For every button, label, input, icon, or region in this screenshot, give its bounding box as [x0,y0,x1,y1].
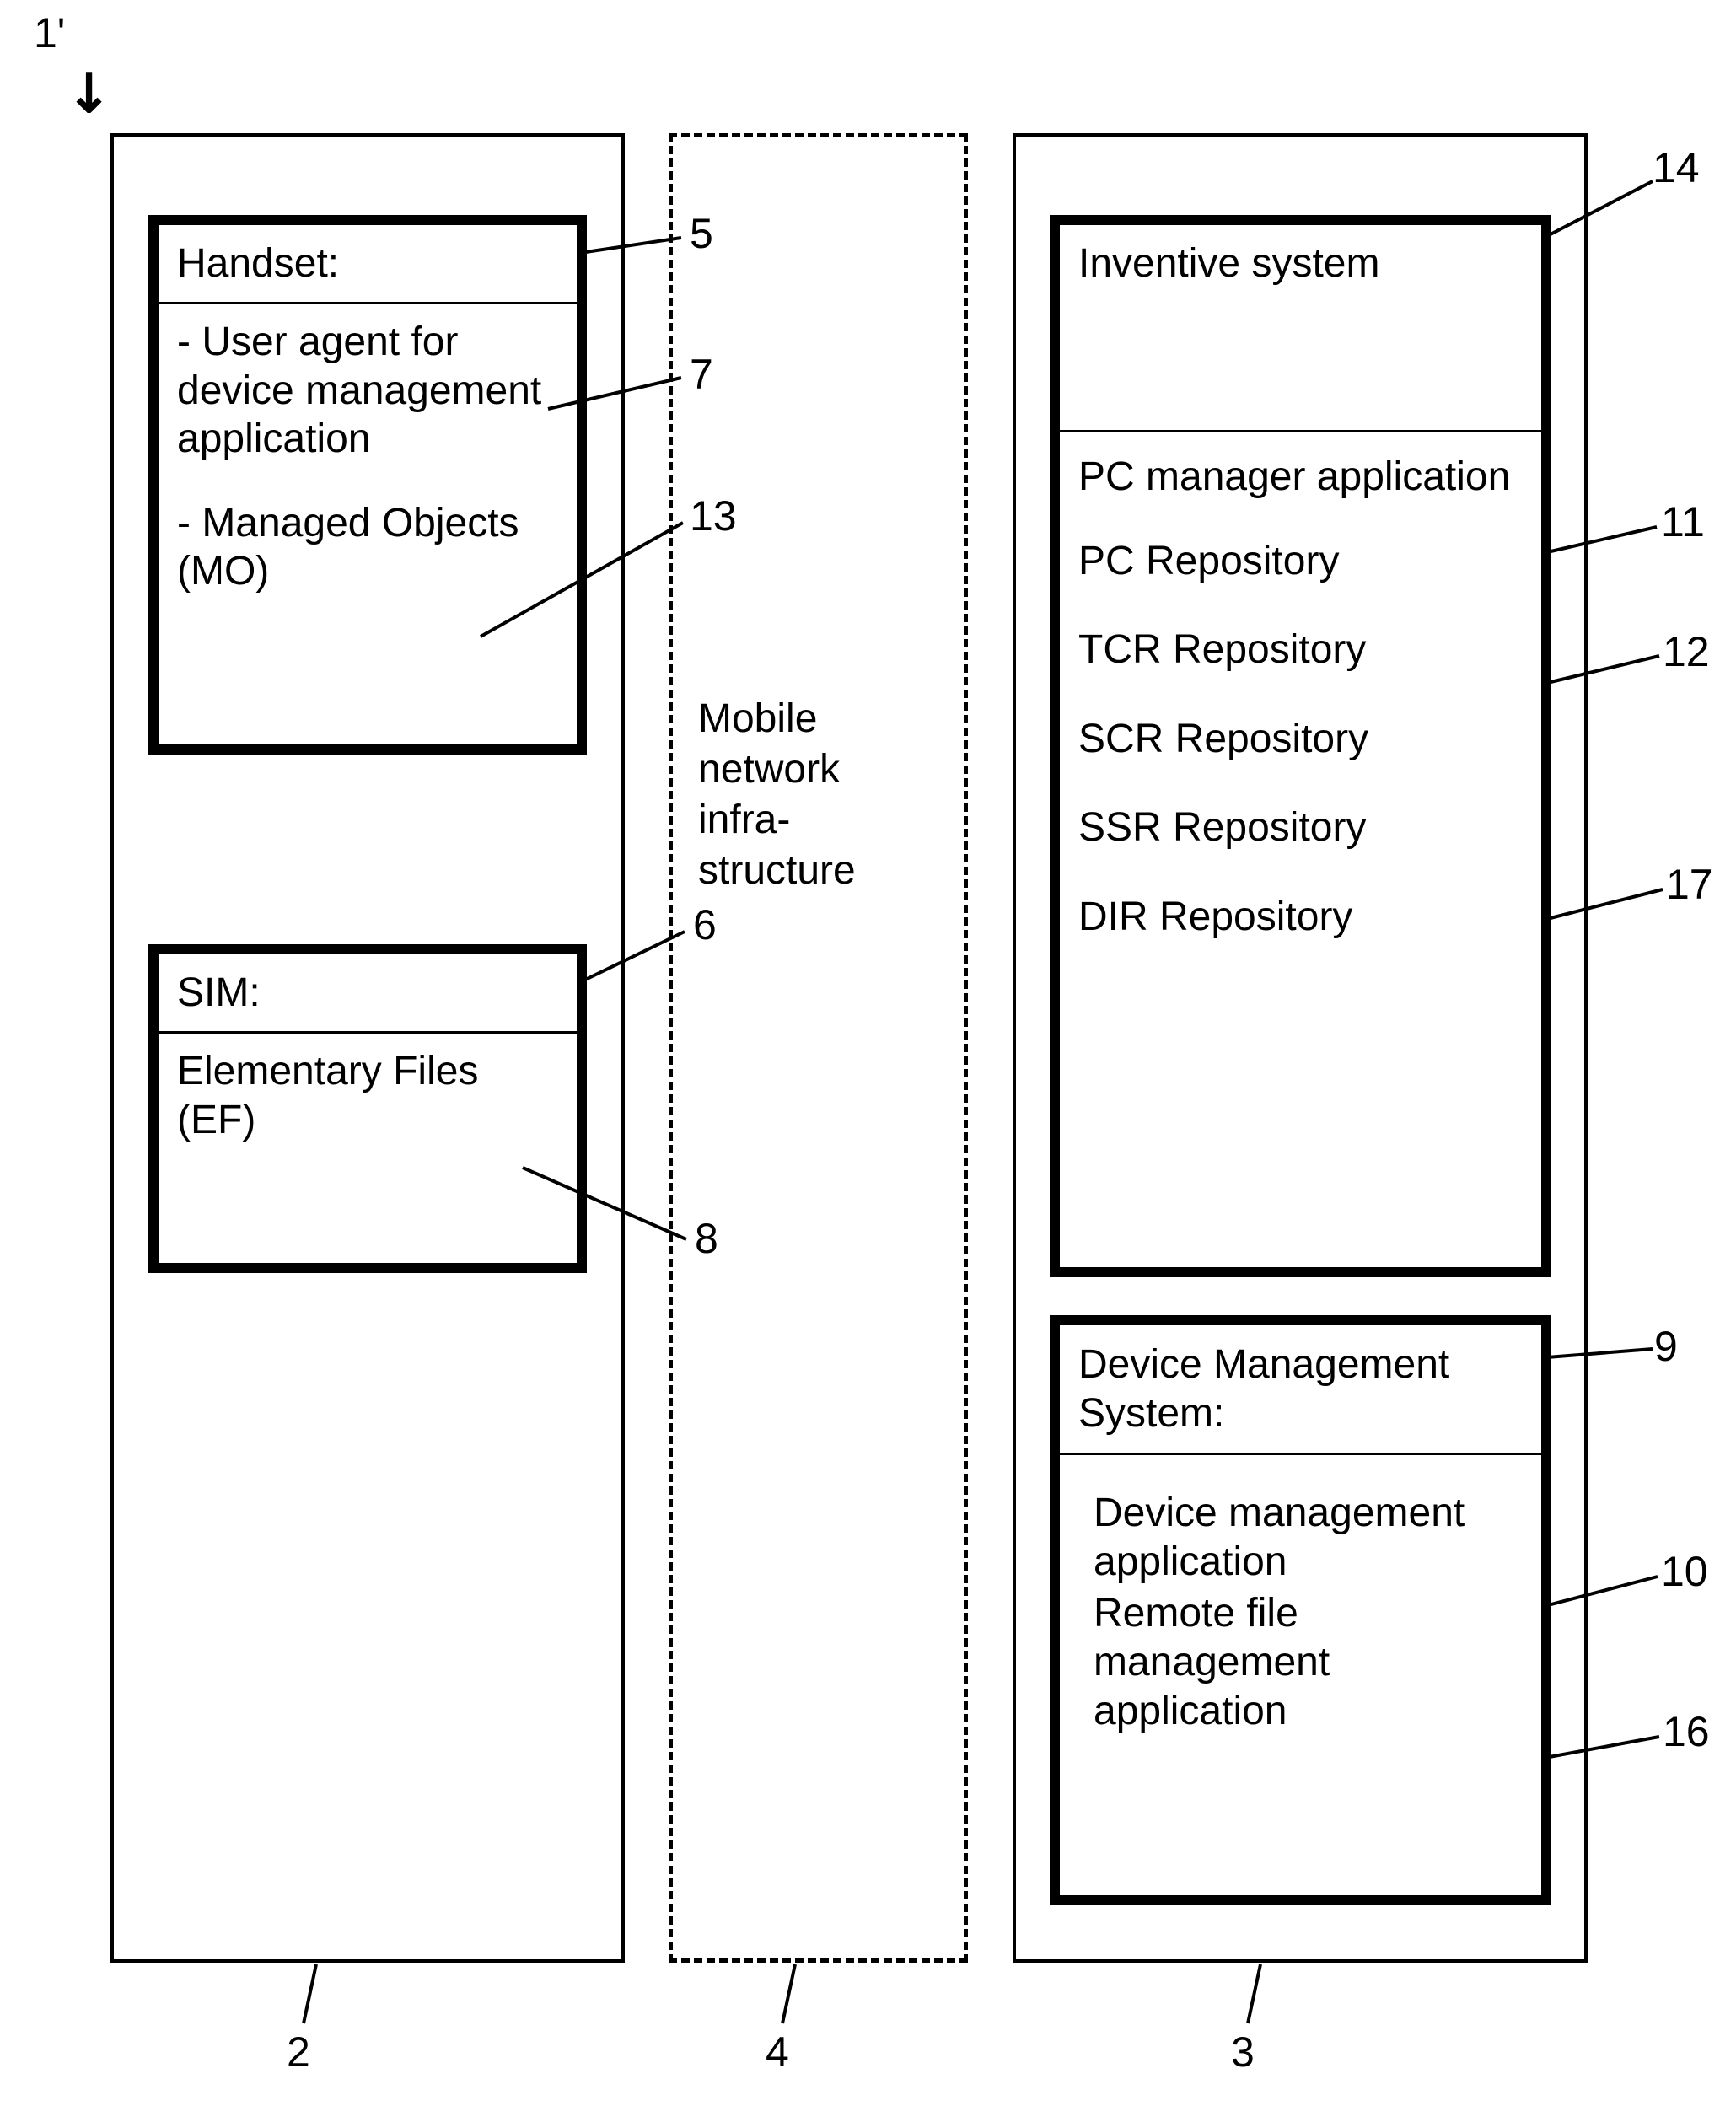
ref-11: 11 [1661,497,1705,546]
sim-body: Elementary Files (EF) [159,1034,577,1158]
inventive-body: PC manager application PC Repository TCR… [1060,432,1541,955]
sim-box: SIM: Elementary Files (EF) [148,944,587,1273]
inventive-pc-mgr: PC manager application [1078,453,1523,502]
ref-13: 13 [690,492,737,540]
ref-16: 16 [1663,1707,1710,1756]
middle-column-text: Mobile network infra-structure [698,694,943,896]
ref-12: 12 [1663,627,1710,676]
handset-body: - User agent for device management appli… [159,304,577,610]
handset-box: Handset: - User agent for device managem… [148,215,587,755]
ref-6: 6 [693,900,717,949]
dms-body: Device management application Remote fil… [1060,1455,1541,1749]
handset-user-agent: - User agent for device management appli… [177,318,558,464]
inventive-box: Inventive system PC manager application … [1050,215,1551,1277]
sim-ef: Elementary Files (EF) [177,1047,558,1144]
inventive-dir-repo: DIR Repository [1078,893,1523,942]
sim-title: SIM: [159,954,577,1034]
figure-ref-label: 1' [34,8,65,57]
ref-14: 14 [1653,143,1700,192]
dms-title: Device Management System: [1060,1325,1541,1455]
middle-column: Mobile network infra-structure [669,133,968,1963]
dms-dma: Device management application [1094,1489,1523,1586]
diagram-canvas: 1' ↘ Mobile network infra-structure Hand… [0,0,1736,2122]
dms-box: Device Management System: Device managem… [1050,1315,1551,1905]
handset-mo: - Managed Objects (MO) [177,499,558,596]
inventive-ssr-repo: SSR Repository [1078,803,1523,852]
arrow-icon: ↘ [51,52,128,129]
dms-rfma: Remote file management application [1094,1589,1523,1735]
handset-title: Handset: [159,225,577,304]
ref-17: 17 [1666,860,1713,909]
ref-10: 10 [1661,1547,1708,1596]
inventive-pc-repo: PC Repository [1078,537,1523,586]
inventive-scr-repo: SCR Repository [1078,715,1523,764]
ref-2: 2 [287,2028,310,2076]
ref-7: 7 [690,350,713,399]
ref-8: 8 [695,1214,718,1263]
inventive-title: Inventive system [1060,225,1541,432]
inventive-tcr-repo: TCR Repository [1078,626,1523,674]
ref-4: 4 [766,2028,789,2076]
ref-9: 9 [1654,1322,1678,1371]
ref-5: 5 [690,209,713,258]
ref-3: 3 [1231,2028,1255,2076]
